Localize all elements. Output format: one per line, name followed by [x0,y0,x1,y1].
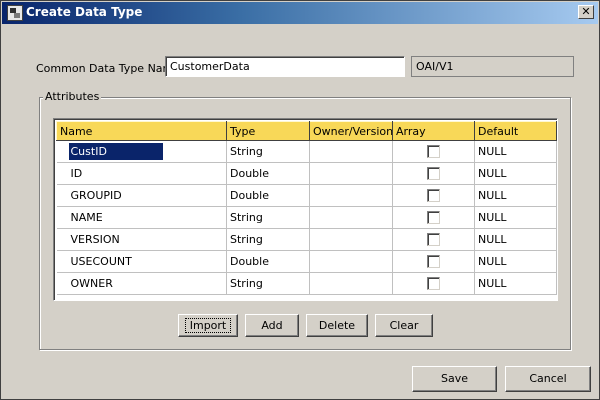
attributes-group-label: Attributes [43,90,102,103]
cell-type[interactable]: Double [226,250,310,273]
column-header-name[interactable]: Name [56,121,227,141]
cell-owner-version[interactable] [309,250,393,273]
cell-type[interactable]: String [226,228,310,251]
table-row[interactable]: USECOUNT Double NULL [56,250,557,273]
cell-type[interactable]: Double [226,162,310,185]
cell-array [392,140,475,163]
cell-type[interactable]: String [226,272,310,295]
cell-owner-version[interactable] [309,162,393,185]
column-header-array[interactable]: Array [392,121,475,141]
table-row[interactable]: GROUPID Double NULL [56,184,557,207]
close-icon: ✕ [581,5,591,18]
cell-name[interactable]: OWNER [56,272,227,295]
cell-type[interactable]: Double [226,184,310,207]
cell-name[interactable]: USECOUNT [56,250,227,273]
name-label: Common Data Type Name: [36,62,184,75]
import-button[interactable]: Import [178,314,238,337]
array-checkbox[interactable] [427,233,440,247]
cell-type[interactable]: String [226,140,310,163]
table-row[interactable]: CustID String NULL [56,140,557,163]
title-bar[interactable]: Create Data Type ✕ [2,2,598,24]
cell-name[interactable]: CustID [56,140,227,163]
cancel-button[interactable]: Cancel [505,366,591,392]
table-row[interactable]: VERSION String NULL [56,228,557,251]
cell-owner-version[interactable] [309,228,393,251]
cell-default[interactable]: NULL [474,184,557,207]
cell-type[interactable]: String [226,206,310,229]
delete-button[interactable]: Delete [306,314,368,337]
table-row[interactable]: ID Double NULL [56,162,557,185]
cell-array [392,228,475,251]
cell-owner-version[interactable] [309,206,393,229]
cell-default[interactable]: NULL [474,272,557,295]
add-button[interactable]: Add [245,314,299,337]
table-row[interactable]: NAME String NULL [56,206,557,229]
cell-array [392,206,475,229]
cell-array [392,272,475,295]
column-header-owner-version[interactable]: Owner/Version [309,121,393,141]
cell-name[interactable]: ID [56,162,227,185]
array-checkbox[interactable] [427,277,440,291]
attributes-table-frame: Name Type Owner/Version Array Default Cu… [53,118,558,301]
close-button[interactable]: ✕ [578,5,594,19]
cell-array [392,184,475,207]
save-button[interactable]: Save [412,366,497,392]
data-type-name-input[interactable] [165,56,405,77]
cell-owner-version[interactable] [309,272,393,295]
cell-default[interactable]: NULL [474,228,557,251]
cell-array [392,250,475,273]
cell-name[interactable]: NAME [56,206,227,229]
create-data-type-dialog: Create Data Type ✕ Common Data Type Name… [0,0,600,400]
table-header-row: Name Type Owner/Version Array Default [56,121,557,141]
import-button-label: Import [184,318,232,333]
cell-array [392,162,475,185]
array-checkbox[interactable] [427,145,440,159]
column-header-default[interactable]: Default [474,121,557,141]
cell-name[interactable]: GROUPID [56,184,227,207]
array-checkbox[interactable] [427,255,440,269]
cell-default[interactable]: NULL [474,162,557,185]
cell-name[interactable]: VERSION [56,228,227,251]
array-checkbox[interactable] [427,189,440,203]
attributes-table: Name Type Owner/Version Array Default Cu… [56,121,557,295]
app-icon [7,5,23,21]
cell-owner-version[interactable] [309,184,393,207]
array-checkbox[interactable] [427,211,440,225]
cell-default[interactable]: NULL [474,206,557,229]
table-row[interactable]: OWNER String NULL [56,272,557,295]
cell-default[interactable]: NULL [474,250,557,273]
cell-default[interactable]: NULL [474,140,557,163]
window-title: Create Data Type [26,5,143,19]
column-header-type[interactable]: Type [226,121,310,141]
version-field: OAI/V1 [411,56,574,77]
clear-button[interactable]: Clear [375,314,433,337]
array-checkbox[interactable] [427,167,440,181]
cell-name-text: CustID [68,143,163,160]
cell-owner-version[interactable] [309,140,393,163]
